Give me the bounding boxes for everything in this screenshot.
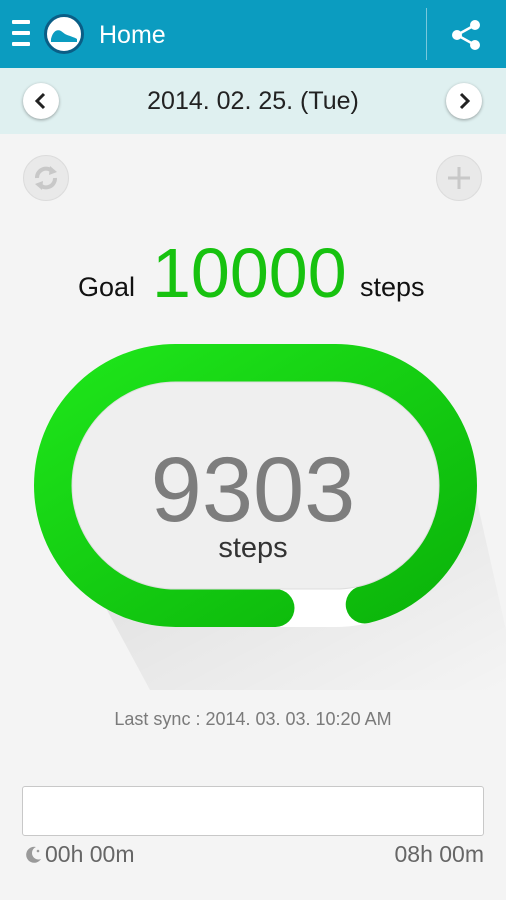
refresh-button[interactable] bbox=[23, 155, 69, 201]
appbar-divider bbox=[426, 8, 427, 60]
refresh-icon bbox=[35, 166, 57, 190]
moon-icon bbox=[26, 846, 41, 863]
step-count-unit: steps bbox=[218, 532, 288, 564]
goal-value[interactable]: 10000 bbox=[152, 235, 347, 311]
next-day-button[interactable] bbox=[446, 83, 482, 119]
sleep-timeline[interactable] bbox=[22, 786, 484, 836]
timeline-start-time: 00h 00m bbox=[45, 841, 135, 867]
chevron-right-icon bbox=[459, 92, 471, 110]
share-icon[interactable] bbox=[448, 17, 484, 53]
chevron-left-icon bbox=[34, 92, 46, 110]
goal-unit: steps bbox=[360, 272, 425, 302]
page-title: Home bbox=[99, 21, 166, 49]
goal-label: Goal bbox=[78, 272, 136, 302]
timeline-end-time: 08h 00m bbox=[394, 841, 484, 867]
add-button[interactable] bbox=[436, 155, 482, 201]
app-bar: Home bbox=[0, 0, 506, 68]
goal-row: Goal 10000 steps bbox=[0, 232, 506, 312]
shoe-logo-icon[interactable] bbox=[44, 14, 84, 54]
previous-day-button[interactable] bbox=[23, 83, 59, 119]
plus-icon bbox=[448, 167, 470, 189]
selected-date[interactable]: 2014. 02. 25. (Tue) bbox=[100, 86, 406, 116]
step-count: 9303 bbox=[150, 439, 356, 541]
date-navigator: 2014. 02. 25. (Tue) bbox=[0, 68, 506, 134]
menu-icon[interactable] bbox=[12, 20, 30, 48]
last-sync-text: Last sync : 2014. 03. 03. 10:20 AM bbox=[114, 709, 392, 729]
